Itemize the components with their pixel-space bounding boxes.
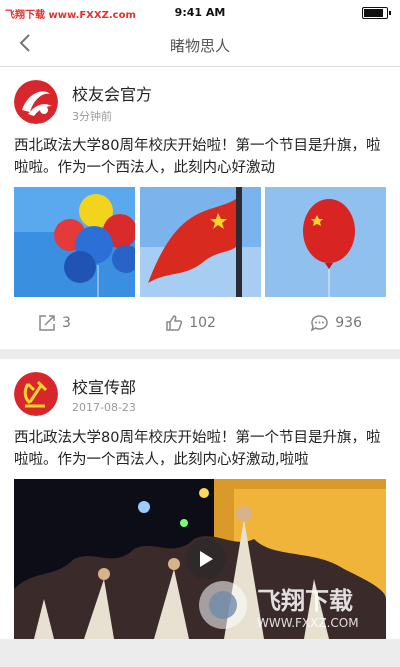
clock: 9:41 AM — [174, 6, 226, 19]
play-icon — [200, 551, 213, 567]
red-balloon-photo[interactable] — [265, 187, 386, 297]
post-text: 西北政法大学80周年校庆开始啦！第一个节目是升旗，啦啦啦。作为一个西法人，此刻内… — [14, 138, 381, 176]
comment-button[interactable]: 936 — [310, 314, 362, 332]
comment-count: 936 — [335, 315, 362, 331]
post-actions: 3 102 936 — [14, 297, 386, 349]
play-button[interactable] — [186, 539, 226, 579]
status-bar: 飞翔下载 www.FXXZ.com 9:41 AM — [0, 0, 400, 22]
thumb-up-icon — [166, 315, 183, 331]
post-author[interactable]: 校友会官方 — [72, 81, 152, 105]
photo-grid — [14, 187, 386, 297]
share-button[interactable]: 3 — [38, 314, 71, 332]
share-count: 3 — [62, 315, 71, 331]
share-icon — [39, 315, 55, 331]
party-emblem-icon — [14, 372, 58, 416]
post-author[interactable]: 校宣传部 — [72, 374, 136, 398]
site-watermark: 飞翔下载 WWW.FXXZ.COM — [197, 578, 382, 633]
battery-icon — [362, 7, 391, 19]
watermark-brand: 飞翔下载 — [257, 587, 353, 615]
video-thumbnail[interactable]: 飞翔下载 WWW.FXXZ.COM — [14, 479, 386, 639]
like-button[interactable]: 102 — [165, 314, 216, 332]
flag-photo[interactable] — [139, 187, 261, 297]
avatar[interactable] — [14, 372, 58, 416]
post-card[interactable]: 校友会官方 3分钟前 西北政法大学80周年校庆开始啦！第一个节目是升旗，啦啦啦。… — [0, 67, 400, 349]
page-title: 睹物思人 — [169, 37, 230, 55]
post-time: 3分钟前 — [72, 109, 112, 123]
post-time: 2017-08-23 — [72, 401, 136, 414]
post-card[interactable]: 校宣传部 2017-08-23 西北政法大学80周年校庆开始啦！第一个节目是升旗… — [0, 359, 400, 639]
feed[interactable]: 校友会官方 3分钟前 西北政法大学80周年校庆开始啦！第一个节目是升旗，啦啦啦。… — [0, 67, 400, 667]
app-screen: 飞翔下载 www.FXXZ.com 9:41 AM 睹物思人 校友会官方 3分钟… — [0, 0, 400, 667]
nav-bar: 睹物思人 — [0, 22, 400, 67]
comment-icon — [311, 315, 329, 332]
watermark-url: WWW.FXXZ.COM — [257, 616, 359, 630]
avatar[interactable] — [14, 80, 58, 124]
post-text: 西北政法大学80周年校庆开始啦！第一个节目是升旗，啦啦啦。作为一个西法人，此刻内… — [14, 430, 381, 468]
like-count: 102 — [189, 315, 216, 331]
balloons-photo[interactable] — [14, 187, 135, 297]
alumni-logo-icon — [14, 80, 58, 124]
